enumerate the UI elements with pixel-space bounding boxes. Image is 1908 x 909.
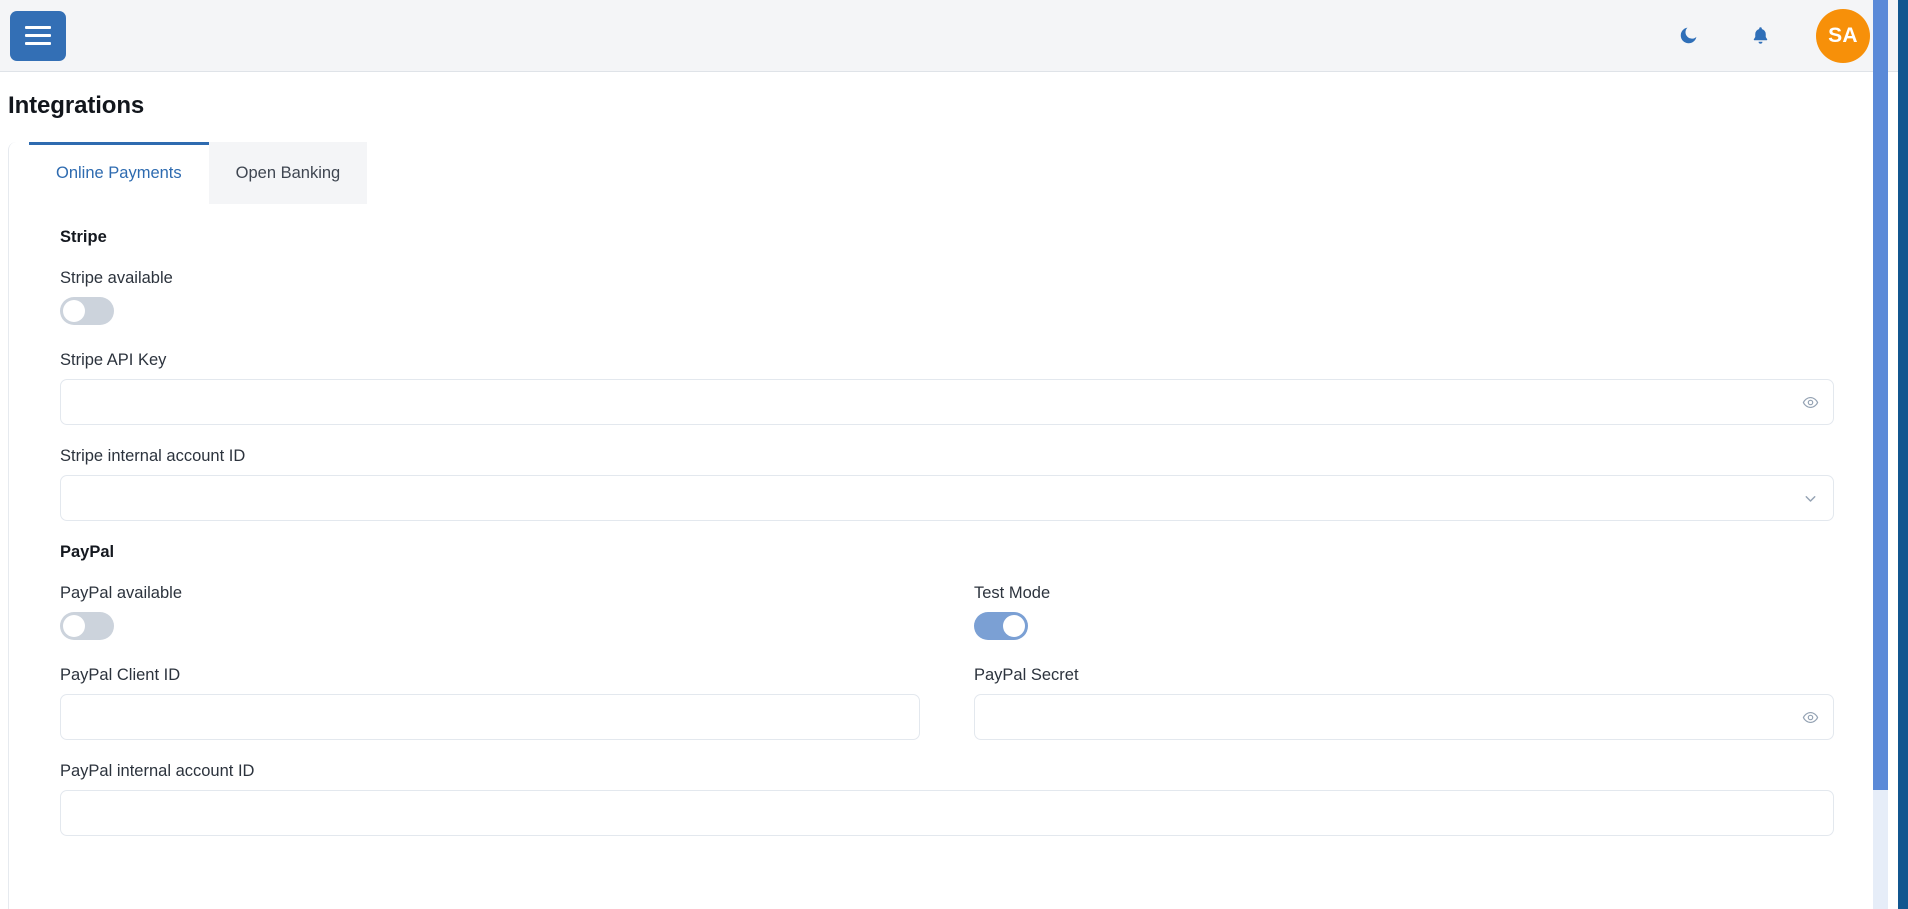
paypal-secret-col: PayPal Secret bbox=[947, 644, 1861, 740]
stripe-available-row: Stripe available bbox=[9, 247, 1885, 329]
scrollbar-thumb[interactable] bbox=[1873, 0, 1888, 790]
stripe-account-id-row: Stripe internal account ID bbox=[9, 425, 1885, 521]
hamburger-menu-button[interactable] bbox=[10, 11, 66, 61]
user-avatar[interactable]: SA bbox=[1816, 9, 1870, 63]
paypal-secret-reveal-button[interactable] bbox=[1796, 694, 1824, 740]
stripe-api-key-input[interactable] bbox=[60, 379, 1834, 425]
paypal-client-id-label: PayPal Client ID bbox=[60, 666, 920, 685]
page-title: Integrations bbox=[0, 72, 1898, 120]
paypal-client-id-wrap bbox=[60, 694, 920, 740]
dark-mode-toggle-button[interactable] bbox=[1672, 20, 1704, 52]
stripe-available-col-empty bbox=[947, 247, 1861, 329]
paypal-client-id-col: PayPal Client ID bbox=[33, 644, 947, 740]
section-title-stripe: Stripe bbox=[60, 218, 1885, 247]
stripe-internal-account-id-dropdown-button[interactable] bbox=[1796, 475, 1824, 521]
paypal-secret-input[interactable] bbox=[974, 694, 1834, 740]
tab-online-payments[interactable]: Online Payments bbox=[29, 142, 209, 204]
page-body: Integrations Online Payments Open Bankin… bbox=[0, 72, 1898, 909]
notifications-button[interactable] bbox=[1744, 20, 1776, 52]
stripe-api-key-wrap bbox=[60, 379, 1834, 425]
chevron-down-icon bbox=[1802, 490, 1819, 507]
stripe-available-toggle[interactable] bbox=[60, 297, 114, 325]
section-title-paypal: PayPal bbox=[60, 521, 1885, 562]
paypal-test-mode-toggle[interactable] bbox=[974, 612, 1028, 640]
stripe-internal-account-id-select[interactable] bbox=[60, 475, 1834, 521]
app-header: SA bbox=[0, 0, 1898, 72]
paypal-client-id-input[interactable] bbox=[60, 694, 920, 740]
integrations-form: Stripe Stripe available Stripe API Key bbox=[9, 204, 1885, 836]
paypal-toggles-row: PayPal available Test Mode bbox=[9, 562, 1885, 644]
paypal-available-col: PayPal available bbox=[33, 562, 947, 644]
paypal-secret-label: PayPal Secret bbox=[974, 666, 1834, 685]
stripe-internal-account-id-label: Stripe internal account ID bbox=[60, 447, 1834, 466]
app-window: SA Integrations Online Payments Open Ban… bbox=[0, 0, 1908, 909]
toggle-knob bbox=[63, 615, 85, 637]
paypal-account-id-row: PayPal internal account ID bbox=[9, 740, 1885, 836]
eye-icon bbox=[1802, 394, 1819, 411]
moon-icon bbox=[1678, 25, 1699, 46]
paypal-credentials-row: PayPal Client ID PayPal Secret bbox=[9, 644, 1885, 740]
stripe-api-key-col: Stripe API Key bbox=[33, 329, 1861, 425]
paypal-available-toggle[interactable] bbox=[60, 612, 114, 640]
stripe-internal-account-id-wrap bbox=[60, 475, 1834, 521]
paypal-internal-account-id-select[interactable] bbox=[60, 790, 1834, 836]
vertical-scrollbar[interactable] bbox=[1873, 0, 1888, 909]
hamburger-icon-line bbox=[25, 26, 51, 29]
bell-icon bbox=[1750, 25, 1771, 46]
stripe-available-label: Stripe available bbox=[60, 269, 920, 288]
paypal-account-id-col: PayPal internal account ID bbox=[33, 740, 1861, 836]
paypal-secret-wrap bbox=[974, 694, 1834, 740]
toggle-knob bbox=[1003, 615, 1025, 637]
paypal-test-mode-label: Test Mode bbox=[974, 584, 1834, 603]
paypal-internal-account-id-label: PayPal internal account ID bbox=[60, 762, 1834, 781]
toggle-knob bbox=[63, 300, 85, 322]
header-actions: SA bbox=[1672, 9, 1870, 63]
tab-open-banking[interactable]: Open Banking bbox=[209, 142, 368, 204]
paypal-available-label: PayPal available bbox=[60, 584, 920, 603]
stripe-available-col: Stripe available bbox=[33, 247, 947, 329]
stripe-api-key-label: Stripe API Key bbox=[60, 351, 1834, 370]
tab-bar: Online Payments Open Banking bbox=[9, 142, 1885, 204]
hamburger-icon-line bbox=[25, 42, 51, 45]
stripe-api-key-reveal-button[interactable] bbox=[1796, 379, 1824, 425]
stripe-api-key-row: Stripe API Key bbox=[9, 329, 1885, 425]
integrations-card: Online Payments Open Banking Stripe Stri… bbox=[8, 142, 1886, 909]
stripe-account-id-col: Stripe internal account ID bbox=[33, 425, 1861, 521]
eye-icon bbox=[1802, 709, 1819, 726]
paypal-internal-account-id-wrap bbox=[60, 790, 1834, 836]
hamburger-icon-line bbox=[25, 34, 51, 37]
paypal-test-mode-col: Test Mode bbox=[947, 562, 1861, 644]
